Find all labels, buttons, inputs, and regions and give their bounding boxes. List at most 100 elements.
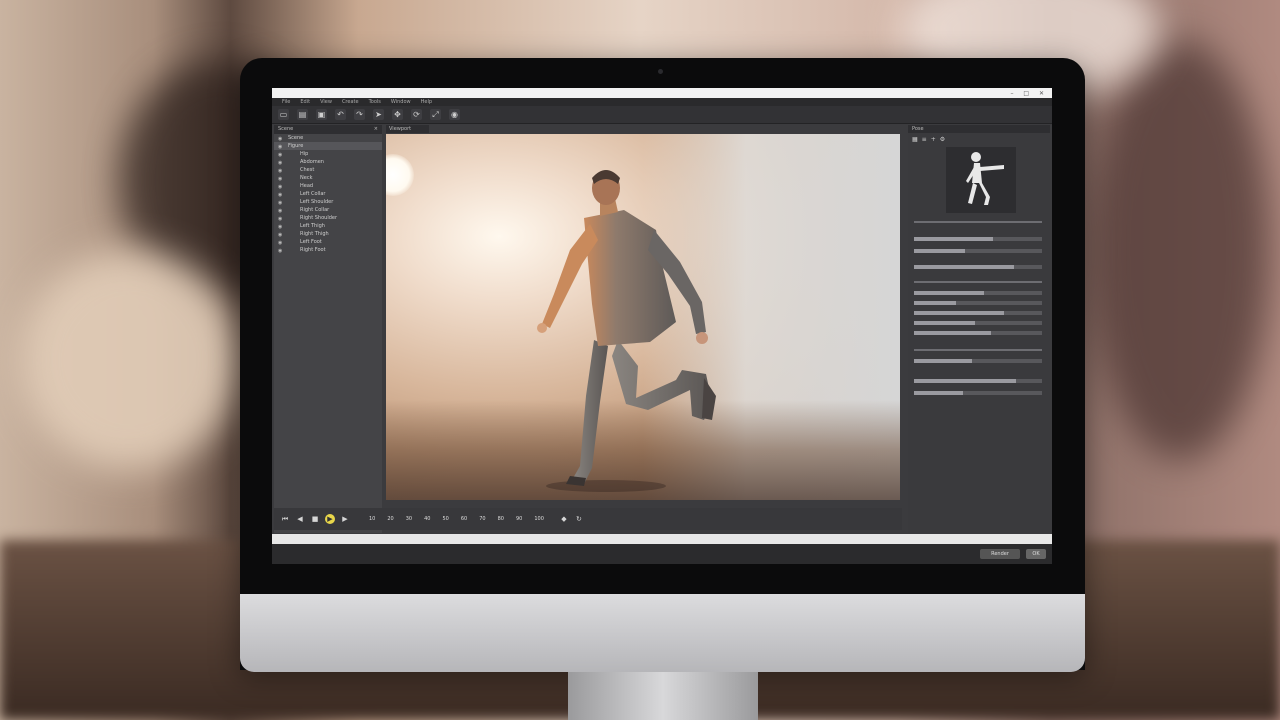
render-button[interactable]: Render	[980, 549, 1020, 559]
scene-tree-item[interactable]: ◉ Right Thigh	[274, 230, 382, 238]
redo-icon[interactable]: ↷	[354, 109, 365, 120]
pose-slider-8[interactable]	[914, 331, 1042, 335]
scene-tree-item[interactable]: ◉ Left Thigh	[274, 222, 382, 230]
visibility-eye-icon[interactable]: ◉	[278, 240, 284, 246]
pose-slider-5[interactable]	[914, 301, 1042, 305]
close-icon[interactable]: ×	[374, 125, 382, 134]
list-icon[interactable]: ≡	[922, 136, 927, 143]
pose-slider-9[interactable]	[914, 359, 1042, 363]
visibility-eye-icon[interactable]: ◉	[278, 144, 284, 150]
pose-slider-1[interactable]	[914, 237, 1042, 241]
visibility-eye-icon[interactable]: ◉	[278, 216, 284, 222]
undo-icon[interactable]: ↶	[335, 109, 346, 120]
timeline-frame-label[interactable]: 90	[516, 516, 522, 522]
visibility-eye-icon[interactable]: ◉	[278, 232, 284, 238]
new-file-icon[interactable]: ▭	[278, 109, 289, 120]
pose-slider-10[interactable]	[914, 379, 1042, 383]
menu-item-file[interactable]: File	[282, 98, 290, 106]
first-frame-icon[interactable]: ⏮	[280, 514, 290, 524]
scene-tree-item[interactable]: ◉ Left Foot	[274, 238, 382, 246]
window-controls[interactable]: – □ ✕	[1010, 90, 1052, 97]
prev-frame-icon[interactable]: ◀	[295, 514, 305, 524]
visibility-eye-icon[interactable]: ◉	[278, 160, 284, 166]
stop-icon[interactable]: ■	[310, 514, 320, 524]
menu-item-help[interactable]: Help	[421, 98, 432, 106]
pose-panel: Pose ▦ ≡ + ⚙	[908, 125, 1050, 533]
divider	[914, 349, 1042, 351]
menu-item-create[interactable]: Create	[342, 98, 359, 106]
menu-item-edit[interactable]: Edit	[300, 98, 310, 106]
scene-tree-item-label: Left Shoulder	[300, 199, 334, 205]
scene-tree-item[interactable]: ◉ Right Collar	[274, 206, 382, 214]
menu-item-window[interactable]: Window	[391, 98, 411, 106]
timeline-frame-label[interactable]: 60	[461, 516, 467, 522]
menu-item-view[interactable]: View	[320, 98, 332, 106]
scene-tree-item[interactable]: ◉ Figure	[274, 142, 382, 150]
scene-tree-item[interactable]: ◉ Right Shoulder	[274, 214, 382, 222]
visibility-eye-icon[interactable]: ◉	[278, 248, 284, 254]
background-light-object	[20, 250, 240, 470]
3d-viewport[interactable]	[386, 134, 900, 500]
pose-slider-2[interactable]	[914, 249, 1042, 253]
visibility-eye-icon[interactable]: ◉	[278, 192, 284, 198]
timeline-frame-label[interactable]: 10	[369, 516, 375, 522]
pose-slider-3[interactable]	[914, 265, 1042, 269]
move-icon[interactable]: ✥	[392, 109, 403, 120]
visibility-eye-icon[interactable]: ◉	[278, 176, 284, 182]
visibility-eye-icon[interactable]: ◉	[278, 168, 284, 174]
pose-slider-11[interactable]	[914, 391, 1042, 395]
scale-icon[interactable]: ⤢	[430, 109, 441, 120]
visibility-eye-icon[interactable]: ◉	[278, 224, 284, 230]
timeline-frame-label[interactable]: 20	[387, 516, 393, 522]
next-frame-icon[interactable]: ▶	[340, 514, 350, 524]
animation-timeline: ⏮ ◀ ■ ▶ ▶ 10 20 30 40 50 60 70 80 90 100 ◆ ↻	[274, 508, 902, 530]
scene-tree-item[interactable]: ◉ Left Shoulder	[274, 198, 382, 206]
scene-tree-item-label: Right Collar	[300, 207, 330, 213]
timeline-frame-label[interactable]: 80	[498, 516, 504, 522]
status-bar	[272, 534, 1052, 544]
tab-viewport[interactable]: Viewport	[386, 125, 429, 133]
scene-panel-title: Scene	[278, 126, 294, 132]
play-icon[interactable]: ▶	[325, 514, 335, 524]
posed-3d-figure[interactable]	[386, 134, 900, 500]
visibility-eye-icon[interactable]: ◉	[278, 208, 284, 214]
app-window: – □ ✕ File Edit View Create Tools Window Help …	[272, 88, 1052, 564]
key-icon[interactable]: ◆	[559, 514, 569, 524]
select-icon[interactable]: ➤	[373, 109, 384, 120]
main-toolbar: ▭ ▤ ▣ ↶ ↷ ➤ ✥ ⟳ ⤢ ◉	[272, 106, 1052, 124]
loop-icon[interactable]: ↻	[574, 514, 584, 524]
visibility-eye-icon[interactable]: ◉	[278, 200, 284, 206]
open-file-icon[interactable]: ▤	[297, 109, 308, 120]
menu-item-tools[interactable]: Tools	[369, 98, 381, 106]
scene-tree-item[interactable]: ◉ Hip	[274, 150, 382, 158]
monitor-stand	[568, 672, 758, 720]
pose-slider-7[interactable]	[914, 321, 1042, 325]
pose-thumbnail[interactable]	[946, 147, 1016, 213]
add-icon[interactable]: +	[931, 136, 936, 143]
timeline-frame-ruler[interactable]: 10 20 30 40 50 60 70 80 90 100	[369, 516, 544, 522]
pose-slider-4[interactable]	[914, 291, 1042, 295]
rotate-icon[interactable]: ⟳	[411, 109, 422, 120]
visibility-eye-icon[interactable]: ◉	[278, 136, 284, 142]
ok-button[interactable]: OK	[1026, 549, 1046, 559]
scene-tree-item[interactable]: ◉ Scene	[274, 134, 382, 142]
scene-tree-item[interactable]: ◉ Neck	[274, 174, 382, 182]
grid-icon[interactable]: ▦	[912, 136, 918, 143]
pose-slider-6[interactable]	[914, 311, 1042, 315]
visibility-eye-icon[interactable]: ◉	[278, 152, 284, 158]
scene-tree-item[interactable]: ◉ Head	[274, 182, 382, 190]
timeline-frame-label[interactable]: 50	[443, 516, 449, 522]
scene-tree-item[interactable]: ◉ Abdomen	[274, 158, 382, 166]
scene-tree-item[interactable]: ◉ Right Foot	[274, 246, 382, 254]
save-icon[interactable]: ▣	[316, 109, 327, 120]
timeline-frame-label[interactable]: 30	[406, 516, 412, 522]
scene-tree-item[interactable]: ◉ Left Collar	[274, 190, 382, 198]
timeline-frame-label[interactable]: 100	[534, 516, 544, 522]
scene-tree-item[interactable]: ◉ Chest	[274, 166, 382, 174]
visibility-eye-icon[interactable]: ◉	[278, 184, 284, 190]
timeline-frame-label[interactable]: 70	[479, 516, 485, 522]
bottom-bar: Render OK	[272, 544, 1052, 564]
render-icon[interactable]: ◉	[449, 109, 460, 120]
settings-icon[interactable]: ⚙	[940, 136, 945, 143]
timeline-frame-label[interactable]: 40	[424, 516, 430, 522]
